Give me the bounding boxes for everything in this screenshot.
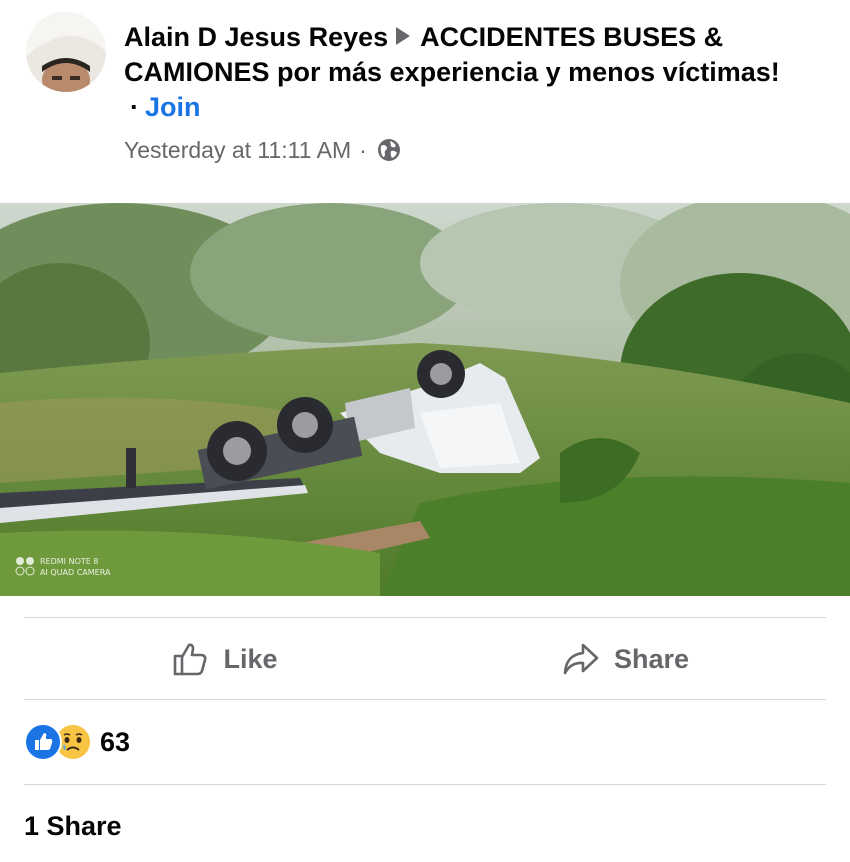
globe-icon: [377, 138, 401, 162]
share-button[interactable]: Share: [425, 618, 826, 700]
join-link[interactable]: Join: [145, 92, 201, 122]
triangle-right-icon: [396, 27, 411, 45]
reaction-count[interactable]: 63: [100, 727, 130, 758]
post-header-text: Alain D Jesus Reyes ACCIDENTES BUSES & CA…: [124, 20, 804, 165]
watermark-line1: REDMI NOTE 8: [40, 557, 98, 566]
divider-bottom: [24, 784, 826, 785]
post-title: Alain D Jesus Reyes ACCIDENTES BUSES & CA…: [124, 20, 804, 125]
meta-separator: ·: [359, 137, 367, 163]
accident-photo: REDMI NOTE 8 AI QUAD CAMERA: [0, 203, 850, 596]
author-name[interactable]: Alain D Jesus Reyes: [124, 22, 388, 52]
like-button[interactable]: Like: [24, 618, 425, 700]
like-label: Like: [223, 643, 278, 674]
like-reaction-icon: [24, 723, 62, 761]
reaction-summary[interactable]: 63: [24, 722, 130, 762]
avatar-image: [26, 12, 106, 92]
share-label: Share: [613, 643, 690, 674]
facebook-post: Alain D Jesus Reyes ACCIDENTES BUSES & CA…: [0, 0, 850, 862]
action-bar: Like Share: [24, 618, 826, 700]
share-arrow-icon: [563, 643, 599, 675]
author-avatar[interactable]: [26, 12, 106, 92]
post-photo[interactable]: REDMI NOTE 8 AI QUAD CAMERA: [0, 203, 850, 596]
post-header: Alain D Jesus Reyes ACCIDENTES BUSES & CA…: [0, 0, 850, 200]
post-timestamp[interactable]: Yesterday at 11:11 AM: [124, 135, 351, 165]
divider-middle: [24, 699, 826, 700]
watermark-line2: AI QUAD CAMERA: [40, 568, 111, 577]
post-meta: Yesterday at 11:11 AM ·: [124, 135, 804, 165]
share-count[interactable]: 1 Share: [24, 806, 122, 846]
thumbs-up-icon: [174, 643, 207, 676]
separator-dot: ·: [130, 92, 139, 122]
